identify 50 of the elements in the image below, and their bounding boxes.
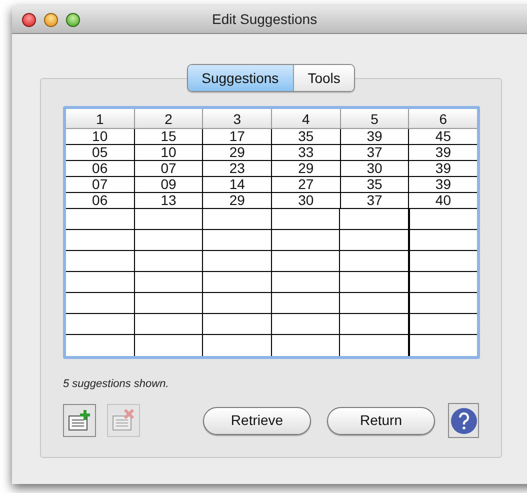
table-cell: 39: [340, 129, 410, 144]
table-cell: 13: [134, 193, 204, 208]
column-header[interactable]: 6: [409, 109, 478, 128]
table-cell: 09: [134, 177, 204, 192]
help-button[interactable]: [448, 403, 479, 438]
table-cell: 10: [134, 145, 204, 160]
table-cell: 17: [203, 129, 272, 144]
table-cell: 30: [340, 161, 410, 176]
column-header[interactable]: 4: [272, 109, 341, 128]
table-cell: 06: [66, 161, 135, 176]
table-cell-text: 39: [434, 161, 452, 176]
window-title: Edit Suggestions: [212, 10, 318, 29]
status-text: 5 suggestions shown.: [63, 378, 169, 390]
table-cell: 30: [272, 193, 341, 208]
column-header[interactable]: 2: [134, 109, 204, 128]
tab[interactable]: Suggestions: [188, 65, 293, 91]
column-header[interactable]: 1: [66, 109, 135, 128]
close-icon[interactable]: [22, 12, 36, 26]
column-header[interactable]: 5: [340, 109, 410, 128]
table-cell-text: 39: [434, 145, 452, 160]
table-cell: 07: [134, 161, 204, 176]
help-icon: [450, 406, 478, 434]
table-cell: 06: [66, 193, 135, 208]
document-plus-icon: [66, 408, 92, 434]
table-cell: 10: [66, 129, 135, 144]
table-cell: 35: [340, 177, 410, 192]
table-cell: 14: [203, 177, 272, 192]
column-header[interactable]: 3: [203, 109, 272, 128]
table-cell-text: 40: [434, 193, 452, 208]
table-cell: 07: [66, 177, 135, 192]
table-cell: 23: [203, 161, 272, 176]
table-cell: 15: [134, 129, 204, 144]
table-cell-text: 45: [434, 129, 452, 144]
table-cell: 35: [272, 129, 341, 144]
push-button[interactable]: Return: [327, 406, 435, 434]
table-cell: 05: [66, 145, 135, 160]
table-cell-text: 39: [434, 177, 452, 192]
add-button[interactable]: [63, 404, 96, 437]
table-cell: 29: [203, 145, 272, 160]
push-button[interactable]: Retrieve: [203, 406, 311, 434]
table-cell: 29: [203, 193, 272, 208]
table-cell: 37: [340, 193, 410, 208]
table-cell: 29: [272, 161, 341, 176]
table-cell: 33: [272, 145, 341, 160]
document-cross-icon: [110, 408, 136, 434]
tab[interactable]: Tools: [292, 65, 354, 91]
zoom-icon[interactable]: [66, 12, 80, 26]
table-cell: 37: [340, 145, 410, 160]
table-cell: 27: [272, 177, 341, 192]
minimize-icon[interactable]: [44, 12, 58, 26]
